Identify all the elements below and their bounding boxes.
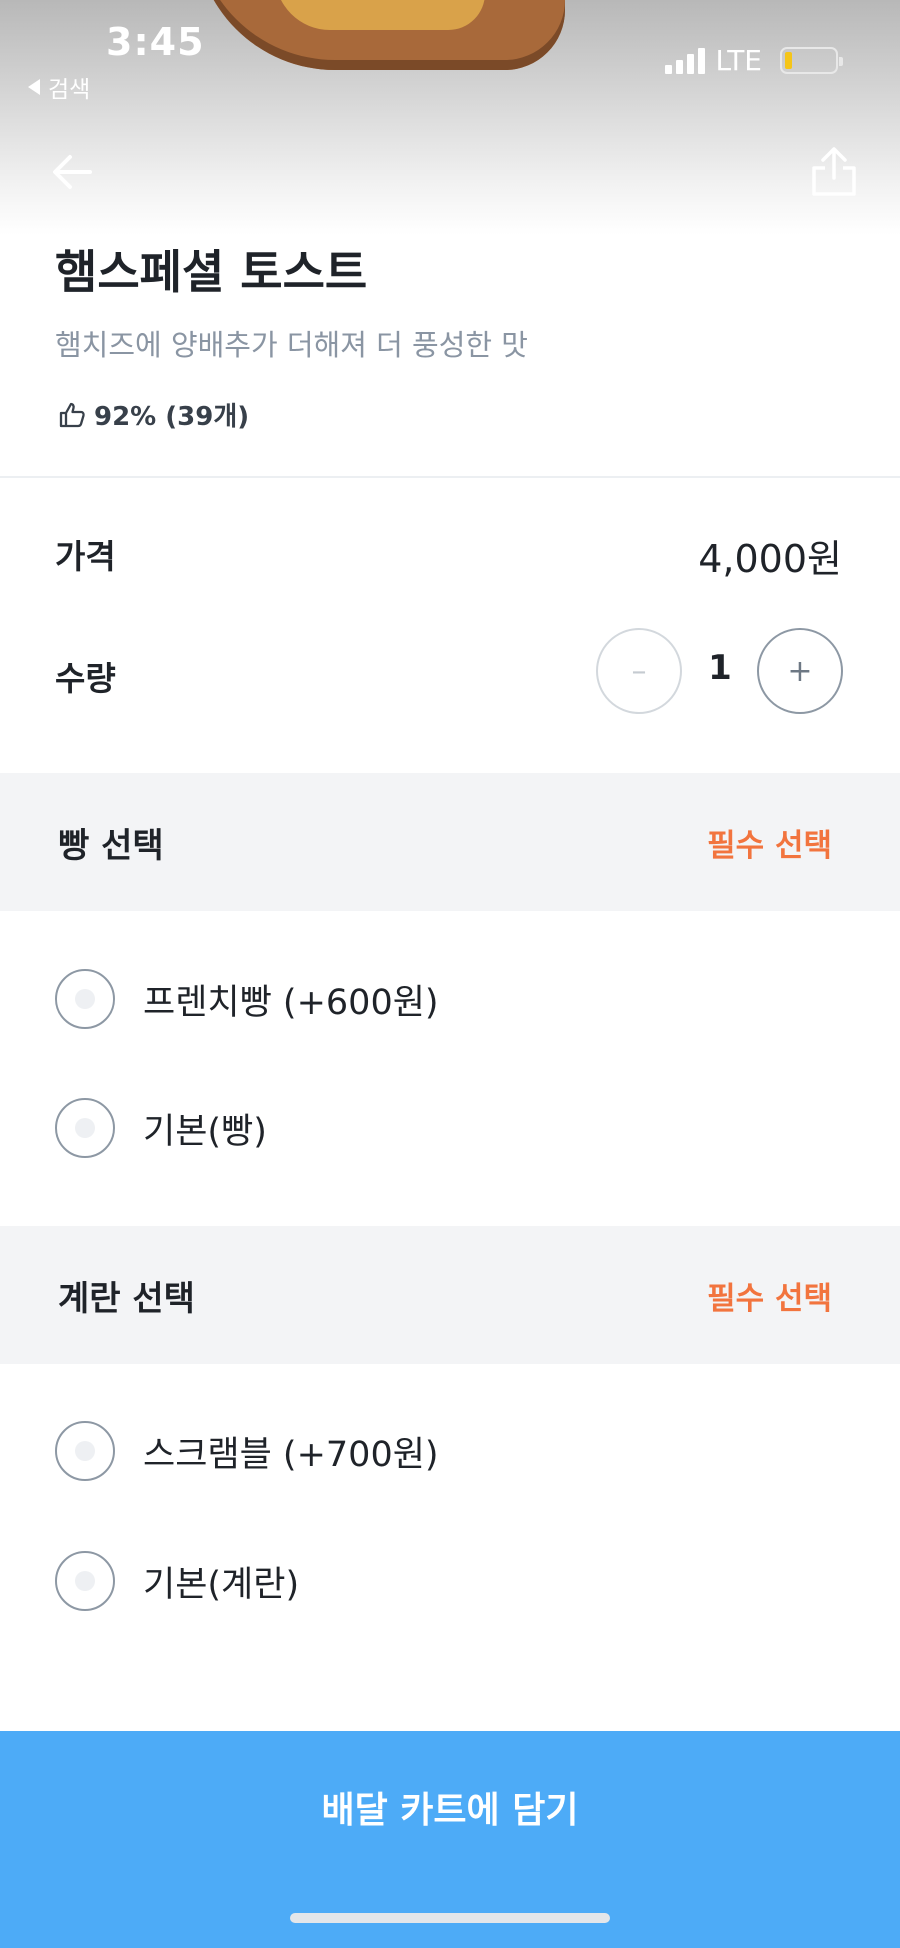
section-title: 계란 선택 [58,1279,195,1319]
status-back-label: 검색 [48,77,91,103]
home-indicator [290,1913,610,1923]
section-divider [0,476,900,478]
radio-button[interactable] [55,969,115,1029]
minus-icon: – [631,653,647,689]
arrow-left-icon[interactable] [50,150,94,194]
option-basic-egg[interactable]: 기본(계란) [55,1551,299,1611]
radio-button[interactable] [55,1421,115,1481]
product-rating: 92% (39개) [58,396,249,433]
add-to-cart-label: 배달 카트에 담기 [321,1790,579,1831]
back-triangle-icon [28,79,40,95]
thumbs-up-icon [59,402,85,427]
option-label: 스크램블 (+700원) [143,1434,439,1475]
section-header-egg: 계란 선택 필수 선택 [0,1226,900,1364]
status-time: 3:45 [106,20,205,64]
option-label: 프렌치빵 (+600원) [143,982,439,1023]
product-description: 햄치즈에 양배추가 더해져 더 풍성한 맛 [55,328,528,362]
quantity-increase-button[interactable]: + [757,628,843,714]
product-title: 햄스페셜 토스트 [55,245,368,299]
status-indicators: LTE [665,44,843,77]
section-title: 빵 선택 [58,826,164,866]
price-value: 4,000원 [698,537,842,581]
price-label: 가격 [55,537,116,576]
radio-button[interactable] [55,1098,115,1158]
likes-percentage: 92% (39개) [94,402,250,432]
option-french-bread[interactable]: 프렌치빵 (+600원) [55,969,439,1029]
option-scrambled-egg[interactable]: 스크램블 (+700원) [55,1421,439,1481]
toast-photo [195,0,565,70]
plus-icon: + [787,653,813,689]
radio-button[interactable] [55,1551,115,1611]
cellular-signal-icon [665,47,706,74]
network-type: LTE [715,44,762,77]
section-header-bread: 빵 선택 필수 선택 [0,773,900,911]
battery-icon [780,47,843,74]
option-label: 기본(빵) [143,1111,267,1152]
quantity-value: 1 [708,648,732,688]
option-basic-bread[interactable]: 기본(빵) [55,1098,267,1158]
quantity-label: 수량 [55,659,116,698]
option-label: 기본(계란) [143,1564,300,1605]
required-badge: 필수 선택 [707,828,832,864]
quantity-decrease-button[interactable]: – [596,628,682,714]
status-back-to-search[interactable]: 검색 [28,70,90,104]
share-icon[interactable] [810,146,858,198]
required-badge: 필수 선택 [707,1281,832,1317]
